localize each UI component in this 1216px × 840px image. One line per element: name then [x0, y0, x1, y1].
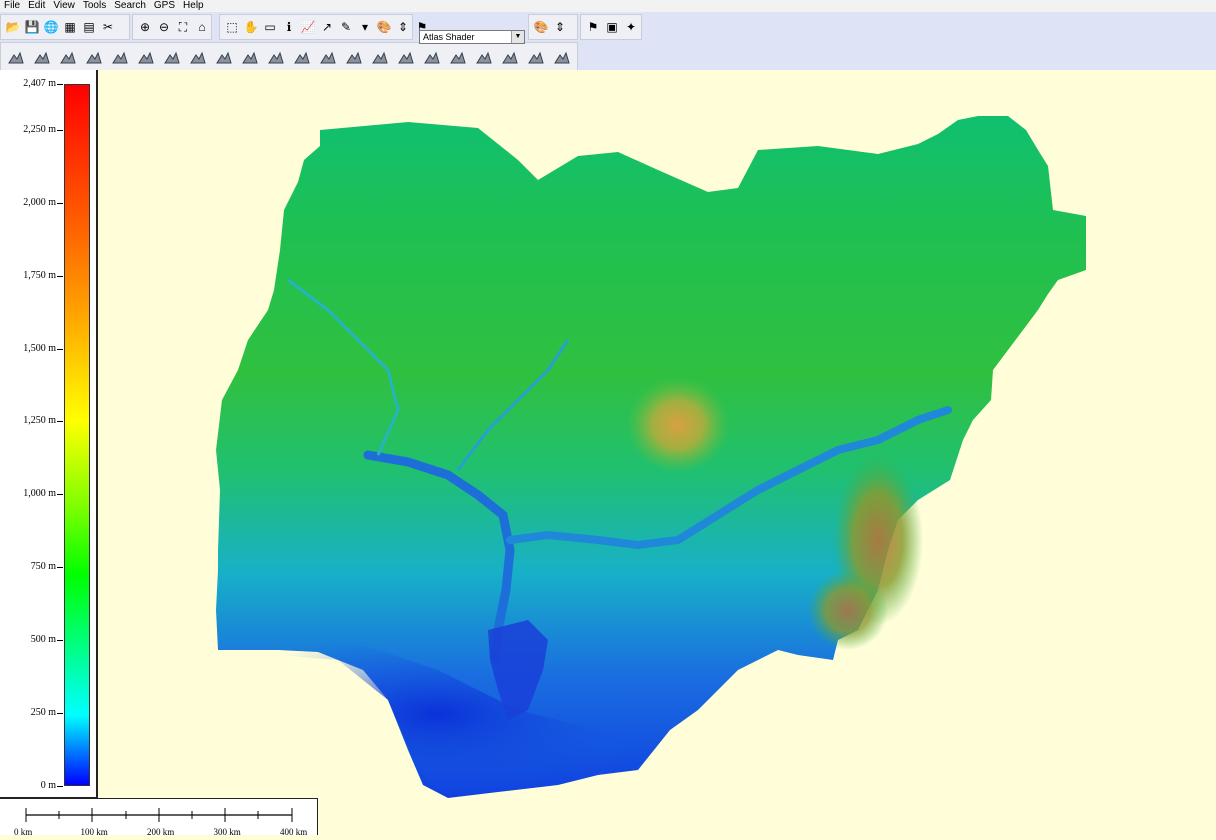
scale-label: 400 km [280, 827, 308, 837]
tools-icon[interactable]: ✂ [99, 18, 117, 36]
shader-select[interactable]: Atlas Shader ▼ [419, 30, 525, 44]
zoom-full-icon[interactable]: ⛶ [174, 18, 192, 36]
legend-label: 1,750 m [23, 269, 56, 281]
terrain-toolbar-group [0, 42, 578, 72]
label-icon[interactable]: ⚑ [584, 18, 602, 36]
legend-label: 250 m [30, 707, 56, 719]
menu-help[interactable]: Help [179, 0, 208, 12]
info-icon[interactable]: ℹ [280, 18, 298, 36]
legend-tick [57, 567, 63, 569]
scale-label: 300 km [213, 827, 241, 837]
scale-label: 200 km [147, 827, 175, 837]
terrain-zone-icon[interactable] [499, 46, 521, 68]
digitize-icon[interactable]: ✎ [337, 18, 355, 36]
toolbar-group: 🎨 ⇕ [528, 14, 578, 40]
path-icon[interactable]: ↗ [318, 18, 336, 36]
graph-icon[interactable]: 📈 [299, 18, 317, 36]
globe-icon[interactable]: 🌐 [42, 18, 60, 36]
elevation-map[interactable] [98, 70, 1216, 835]
scale-bar: 0 km 100 km 200 km 300 km 400 km [0, 798, 318, 837]
menu-search[interactable]: Search [110, 0, 150, 12]
terrain-grid-icon[interactable] [187, 46, 209, 68]
menu-gps[interactable]: GPS [150, 0, 179, 12]
legend-label: 2,000 m [23, 196, 56, 208]
layers-icon[interactable]: ▦ [61, 18, 79, 36]
legend-tick [57, 421, 63, 423]
legend-tick [57, 348, 63, 350]
legend-tick [57, 494, 63, 496]
legend-tick [57, 786, 63, 787]
terrain-summit-icon[interactable] [473, 46, 495, 68]
legend-tick [57, 713, 63, 715]
menu-tools[interactable]: Tools [79, 0, 110, 12]
terrain-spot-icon[interactable] [343, 46, 365, 68]
shader-icon[interactable]: 🎨 [532, 18, 550, 36]
terrain-blend-icon[interactable] [525, 46, 547, 68]
legend-label: 2,250 m [23, 123, 56, 135]
toolbar-group: 📂 💾 🌐 ▦ ▤ ✂ [0, 14, 130, 40]
terrain-flow-icon[interactable] [421, 46, 443, 68]
properties-icon[interactable]: ▤ [80, 18, 98, 36]
menu-edit[interactable]: Edit [24, 0, 49, 12]
terrain-shade-icon[interactable] [5, 46, 27, 68]
screen-icon[interactable]: ▣ [603, 18, 621, 36]
toolbar-group: ⬚ ✋ ▭ ℹ 📈 ↗ ✎ ▾ 🎨 ⇕ ⚑ [219, 14, 427, 40]
terrain-basin-icon[interactable] [447, 46, 469, 68]
terrain-cut-icon[interactable] [265, 46, 287, 68]
legend-tick [57, 640, 63, 642]
terrain-ridge-icon[interactable] [395, 46, 417, 68]
legend-tick [57, 129, 63, 131]
map-view[interactable] [98, 70, 1216, 835]
menu-view[interactable]: View [49, 0, 79, 12]
toolbar-group: ⊕ ⊖ ⛶ ⌂ [132, 14, 212, 40]
legend-tick [57, 202, 63, 204]
terrain-flat-icon[interactable] [239, 46, 261, 68]
elevation-legend: 2,407 m 2,250 m 2,000 m 1,750 m 1,500 m 1,250… [0, 70, 98, 798]
legend-label: 0 m [40, 780, 56, 791]
toolbar-area: 📂 💾 🌐 ▦ ▤ ✂ ⊕ ⊖ ⛶ ⌂ ⬚ ✋ ▭ ℹ 📈 ↗ ✎ ▾ 🎨 ⇕ ⚑ 🎨 ⇕ ⚑ ▣ ✦ Atlas Shader … [0, 12, 1216, 72]
terrain-watershed-icon[interactable] [161, 46, 183, 68]
terrain-line-icon[interactable] [317, 46, 339, 68]
dropdown-icon[interactable]: ▾ [356, 18, 374, 36]
legend-label: 1,000 m [23, 488, 56, 500]
pan-icon[interactable]: ✋ [242, 18, 260, 36]
terrain-shape-icon[interactable] [551, 46, 573, 68]
terrain-contour-icon[interactable] [83, 46, 105, 68]
terrain-slope-icon[interactable] [31, 46, 53, 68]
scale-label: 100 km [80, 827, 108, 837]
chevron-down-icon[interactable]: ▼ [511, 31, 524, 43]
terrain-aspect-icon[interactable] [57, 46, 79, 68]
select-icon[interactable]: ⬚ [223, 18, 241, 36]
legend-label: 2,407 m [23, 78, 56, 89]
zoom-out-icon[interactable]: ⊖ [155, 18, 173, 36]
terrain-fill-icon[interactable] [291, 46, 313, 68]
menu-file[interactable]: File [0, 0, 24, 12]
terrain-combine-icon[interactable] [213, 46, 235, 68]
legend-label: 500 m [30, 634, 56, 646]
legend-label: 1,250 m [23, 415, 56, 427]
legend-tick [57, 84, 63, 85]
shader-icon[interactable]: 🎨 [375, 18, 393, 36]
legend-label: 750 m [30, 561, 56, 573]
menu-bar: File Edit View Tools Search GPS Help [0, 0, 1216, 12]
zoom-in-icon[interactable]: ⊕ [136, 18, 154, 36]
star-icon[interactable]: ✦ [622, 18, 640, 36]
jos-plateau [626, 377, 730, 473]
legend-label: 1,500 m [23, 342, 56, 354]
save-icon[interactable]: 💾 [23, 18, 41, 36]
vertical-exaggeration-icon[interactable]: ⇕ [394, 18, 412, 36]
southern-highlands [808, 570, 888, 650]
terrain-view-icon[interactable] [135, 46, 157, 68]
terrain-curve-icon[interactable] [369, 46, 391, 68]
measure-icon[interactable]: ▭ [261, 18, 279, 36]
shader-select-value: Atlas Shader [423, 32, 475, 42]
open-folder-icon[interactable]: 📂 [4, 18, 22, 36]
vertical-exaggeration-icon[interactable]: ⇕ [551, 18, 569, 36]
home-icon[interactable]: ⌂ [193, 18, 211, 36]
terrain-profile-icon[interactable] [109, 46, 131, 68]
elevation-colorbar [64, 84, 90, 786]
legend-tick [57, 275, 63, 277]
scale-label: 0 km [14, 827, 33, 837]
toolbar-group: ⚑ ▣ ✦ [580, 14, 642, 40]
